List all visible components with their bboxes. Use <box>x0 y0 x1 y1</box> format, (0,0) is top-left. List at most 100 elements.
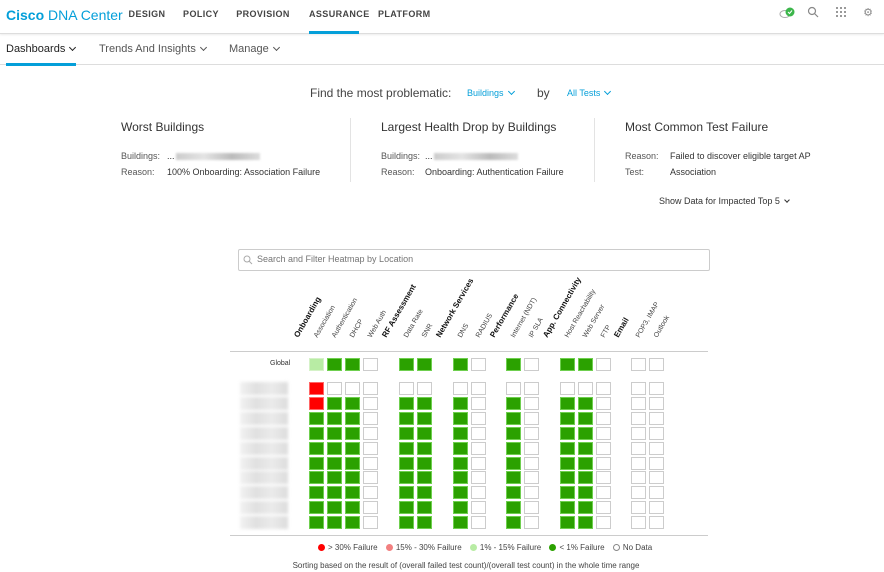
heatmap-cell[interactable] <box>453 426 468 440</box>
heatmap-cell[interactable] <box>327 396 342 410</box>
heatmap-cell[interactable] <box>345 396 360 410</box>
global-cell[interactable] <box>560 358 575 371</box>
heatmap-cell[interactable] <box>506 471 521 485</box>
heatmap-cell[interactable] <box>578 456 593 470</box>
tab-trends-and-insights[interactable]: Trends And Insights <box>99 43 207 55</box>
heatmap-cell[interactable] <box>399 396 414 410</box>
heatmap-search-input[interactable] <box>257 254 697 264</box>
heatmap-cell[interactable] <box>578 382 593 395</box>
heatmap-cell[interactable] <box>345 471 360 485</box>
heatmap-cell[interactable] <box>524 486 539 500</box>
global-cell[interactable] <box>524 358 539 371</box>
heatmap-cell[interactable] <box>399 441 414 455</box>
heatmap-cell[interactable] <box>417 426 432 440</box>
heatmap-cell[interactable] <box>471 426 486 440</box>
heatmap-cell[interactable] <box>578 471 593 485</box>
heatmap-cell[interactable] <box>649 501 664 515</box>
global-cell[interactable] <box>596 358 611 371</box>
heatmap-cell[interactable] <box>524 382 539 395</box>
heatmap-cell[interactable] <box>327 382 342 395</box>
heatmap-cell[interactable] <box>363 411 378 425</box>
heatmap-cell[interactable] <box>399 456 414 470</box>
heatmap-cell[interactable] <box>309 486 324 500</box>
heatmap-cell[interactable] <box>578 396 593 410</box>
heatmap-cell[interactable] <box>417 501 432 515</box>
test-column-header[interactable]: FTP <box>600 324 613 339</box>
global-cell[interactable] <box>506 358 521 371</box>
heatmap-cell[interactable] <box>345 501 360 515</box>
heatmap-cell[interactable] <box>649 411 664 425</box>
heatmap-cell[interactable] <box>399 382 414 395</box>
heatmap-cell[interactable] <box>506 426 521 440</box>
heatmap-cell[interactable] <box>524 471 539 485</box>
heatmap-cell[interactable] <box>524 501 539 515</box>
heatmap-cell[interactable] <box>578 411 593 425</box>
heatmap-cell[interactable] <box>560 382 575 395</box>
heatmap-cell[interactable] <box>560 396 575 410</box>
heatmap-cell[interactable] <box>649 471 664 485</box>
test-column-header[interactable]: DNS <box>457 323 470 339</box>
heatmap-cell[interactable] <box>649 396 664 410</box>
heatmap-cell[interactable] <box>363 426 378 440</box>
heatmap-cell[interactable] <box>560 411 575 425</box>
heatmap-cell[interactable] <box>631 486 646 500</box>
heatmap-cell[interactable] <box>363 441 378 455</box>
heatmap-cell[interactable] <box>399 501 414 515</box>
heatmap-cell[interactable] <box>524 456 539 470</box>
apps-grid-icon[interactable] <box>834 6 848 20</box>
heatmap-cell[interactable] <box>560 456 575 470</box>
heatmap-cell[interactable] <box>560 486 575 500</box>
heatmap-cell[interactable] <box>471 441 486 455</box>
heatmap-cell[interactable] <box>560 516 575 530</box>
heatmap-cell[interactable] <box>506 382 521 395</box>
heatmap-cell[interactable] <box>596 471 611 485</box>
heatmap-cell[interactable] <box>363 486 378 500</box>
heatmap-cell[interactable] <box>399 471 414 485</box>
heatmap-search[interactable] <box>238 249 710 271</box>
heatmap-cell[interactable] <box>506 501 521 515</box>
heatmap-cell[interactable] <box>631 516 646 530</box>
heatmap-cell[interactable] <box>524 441 539 455</box>
heatmap-cell[interactable] <box>596 456 611 470</box>
redacted-location-label[interactable] <box>240 456 288 470</box>
heatmap-cell[interactable] <box>363 382 378 395</box>
heatmap-cell[interactable] <box>453 456 468 470</box>
heatmap-cell[interactable] <box>578 501 593 515</box>
heatmap-cell[interactable] <box>471 396 486 410</box>
heatmap-cell[interactable] <box>309 411 324 425</box>
heatmap-cell[interactable] <box>596 396 611 410</box>
heatmap-cell[interactable] <box>309 441 324 455</box>
heatmap-cell[interactable] <box>327 501 342 515</box>
heatmap-cell[interactable] <box>309 396 324 410</box>
heatmap-cell[interactable] <box>631 411 646 425</box>
heatmap-cell[interactable] <box>524 411 539 425</box>
heatmap-cell[interactable] <box>363 501 378 515</box>
heatmap-cell[interactable] <box>596 516 611 530</box>
heatmap-cell[interactable] <box>560 471 575 485</box>
gear-icon[interactable]: ⚙ <box>861 6 875 20</box>
heatmap-cell[interactable] <box>596 382 611 395</box>
nav-design[interactable]: DESIGN <box>124 0 170 34</box>
test-column-header[interactable]: SNR <box>421 323 434 339</box>
heatmap-cell[interactable] <box>596 426 611 440</box>
test-column-header[interactable]: DHCP <box>349 318 365 339</box>
cloud-status-icon[interactable] <box>779 6 795 20</box>
heatmap-cell[interactable] <box>453 396 468 410</box>
heatmap-cell[interactable] <box>363 456 378 470</box>
redacted-location-label[interactable] <box>240 396 288 410</box>
heatmap-cell[interactable] <box>596 486 611 500</box>
heatmap-cell[interactable] <box>471 411 486 425</box>
heatmap-cell[interactable] <box>631 471 646 485</box>
heatmap-cell[interactable] <box>453 501 468 515</box>
heatmap-cell[interactable] <box>524 396 539 410</box>
heatmap-cell[interactable] <box>506 441 521 455</box>
heatmap-cell[interactable] <box>417 441 432 455</box>
heatmap-cell[interactable] <box>345 486 360 500</box>
heatmap-cell[interactable] <box>453 516 468 530</box>
heatmap-cell[interactable] <box>631 441 646 455</box>
redacted-location-label[interactable] <box>240 471 288 485</box>
heatmap-cell[interactable] <box>327 471 342 485</box>
heatmap-cell[interactable] <box>506 516 521 530</box>
heatmap-cell[interactable] <box>345 456 360 470</box>
heatmap-cell[interactable] <box>345 411 360 425</box>
